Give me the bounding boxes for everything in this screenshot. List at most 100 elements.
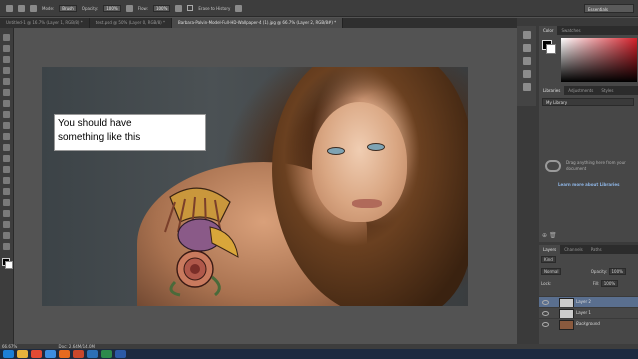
- brush-panel-icon[interactable]: [522, 70, 531, 78]
- clone-stamp-tool-icon[interactable]: [3, 122, 10, 129]
- eraser-tool-icon[interactable]: [3, 144, 10, 151]
- tab-layers[interactable]: Layers: [539, 245, 561, 254]
- properties-panel-icon[interactable]: [522, 57, 531, 65]
- move-tool-icon[interactable]: [3, 34, 10, 41]
- mode-select[interactable]: Brush: [59, 4, 77, 12]
- tab-color[interactable]: Color: [539, 26, 558, 35]
- color-picker-field[interactable]: [561, 38, 637, 82]
- shape-tool-icon[interactable]: [3, 221, 10, 228]
- mode-label: Mode:: [42, 5, 55, 11]
- tab-channels[interactable]: Channels: [560, 245, 587, 254]
- visibility-eye-icon[interactable]: [542, 300, 549, 305]
- history-panel-icon[interactable]: [522, 31, 531, 39]
- opacity-label: Opacity:: [81, 5, 99, 11]
- chrome-icon[interactable]: [31, 350, 42, 358]
- workspace-select[interactable]: Essentials: [584, 4, 634, 13]
- marquee-tool-icon[interactable]: [3, 45, 10, 52]
- tab-libraries[interactable]: Libraries: [539, 86, 565, 95]
- type-tool-icon[interactable]: [3, 199, 10, 206]
- foreground-background-colors[interactable]: [1, 258, 13, 269]
- path-select-tool-icon[interactable]: [3, 210, 10, 217]
- lips-shape: [352, 199, 382, 208]
- layers-panel: Layers Channels Paths Kind Normal Opacit…: [539, 245, 638, 344]
- tab-untitled-1[interactable]: Untitled-1 @ 16.7% (Layer 1, RGB/8) *: [0, 18, 90, 28]
- tab-wallpaper[interactable]: Barbara-Palvin-Model-Full-HD-Wallpaper-4…: [172, 18, 344, 28]
- eyedropper-tool-icon[interactable]: [3, 89, 10, 96]
- zoom-tool-icon[interactable]: [3, 243, 10, 250]
- excel-icon[interactable]: [101, 350, 112, 358]
- flow-field[interactable]: 100%: [152, 4, 171, 12]
- hand-tool-icon[interactable]: [3, 232, 10, 239]
- healing-tool-icon[interactable]: [3, 100, 10, 107]
- explorer-icon[interactable]: [17, 350, 28, 358]
- layer-thumbnail: [559, 320, 574, 330]
- blur-tool-icon[interactable]: [3, 166, 10, 173]
- quick-select-tool-icon[interactable]: [3, 67, 10, 74]
- library-footer-icons: ⊕ 🗑: [542, 232, 557, 239]
- document-tabs: Untitled-1 @ 16.7% (Layer 1, RGB/8) * te…: [0, 18, 530, 28]
- document-image[interactable]: You should have something like this: [42, 67, 468, 306]
- creative-cloud-icon: [545, 160, 561, 172]
- media-icon[interactable]: [59, 350, 70, 358]
- opacity-field[interactable]: 100%: [103, 4, 121, 12]
- library-select[interactable]: My Library: [542, 98, 634, 106]
- erase-history-label: Erase to History: [198, 5, 231, 11]
- tab-adjustments[interactable]: Adjustments: [564, 86, 597, 95]
- libraries-panel: Libraries Adjustments Styles My Library …: [539, 86, 638, 242]
- crop-tool-icon[interactable]: [3, 78, 10, 85]
- color-panel: Color Swatches: [539, 26, 638, 86]
- blend-mode-select[interactable]: Normal: [541, 268, 562, 275]
- home-icon[interactable]: [6, 4, 13, 12]
- airbrush-icon[interactable]: [175, 4, 183, 12]
- character-panel-icon[interactable]: [522, 83, 531, 91]
- library-trash-icon[interactable]: 🗑: [549, 232, 557, 239]
- tab-paths[interactable]: Paths: [587, 245, 606, 254]
- caption-box: You should have something like this: [54, 114, 206, 151]
- tab-styles[interactable]: Styles: [597, 86, 617, 95]
- layer-kind-filter[interactable]: Kind: [541, 256, 556, 263]
- brush-preset-icon[interactable]: [18, 4, 25, 12]
- flow-label: Flow:: [137, 5, 148, 11]
- layer-filter-row: Kind: [541, 256, 556, 264]
- layer-row-layer-2[interactable]: Layer 2: [539, 296, 638, 308]
- pressure-size-icon[interactable]: [235, 4, 243, 12]
- tab-swatches[interactable]: Swatches: [557, 26, 584, 35]
- taskbar: [0, 349, 638, 359]
- history-brush-tool-icon[interactable]: [3, 133, 10, 140]
- word-icon[interactable]: [115, 350, 126, 358]
- canvas-area[interactable]: You should have something like this: [15, 28, 515, 344]
- visibility-eye-icon[interactable]: [542, 311, 549, 316]
- gradient-tool-icon[interactable]: [3, 155, 10, 162]
- tools-panel: [0, 28, 14, 344]
- fill-field[interactable]: 100%: [600, 280, 619, 287]
- layer-row-layer-1[interactable]: Layer 1: [539, 307, 638, 319]
- left-eye-shape: [327, 147, 345, 155]
- color-panel-background-swatch[interactable]: [546, 44, 556, 54]
- actions-panel-icon[interactable]: [522, 44, 531, 52]
- tattoo-artwork: [164, 187, 239, 297]
- fill-label: Fill:: [592, 281, 600, 286]
- add-content-icon[interactable]: ⊕: [542, 232, 547, 239]
- pen-tool-icon[interactable]: [3, 188, 10, 195]
- lasso-tool-icon[interactable]: [3, 56, 10, 63]
- lock-row: Lock: Fill: 100%: [541, 280, 619, 288]
- background-color-swatch[interactable]: [4, 261, 13, 269]
- browser-icon[interactable]: [45, 350, 56, 358]
- brush-settings-icon[interactable]: [30, 4, 37, 12]
- windows-start-icon[interactable]: [3, 350, 14, 358]
- layer-name: Background: [576, 321, 600, 326]
- learn-libraries-link[interactable]: Learn more about Libraries: [558, 182, 620, 187]
- tab-test-psd[interactable]: test.psd @ 50% (Layer 0, RGB/8) *: [90, 18, 173, 28]
- erase-history-checkbox[interactable]: [187, 5, 194, 11]
- powerpoint-icon[interactable]: [73, 350, 84, 358]
- dodge-tool-icon[interactable]: [3, 177, 10, 184]
- panel-icon-strip: [517, 26, 536, 106]
- layer-row-background[interactable]: Background: [539, 318, 638, 330]
- pressure-opacity-icon[interactable]: [125, 4, 133, 12]
- layer-opacity-field[interactable]: 100%: [608, 268, 626, 275]
- photoshop-icon[interactable]: [87, 350, 98, 358]
- brush-tool-icon[interactable]: [3, 111, 10, 118]
- caption-line-2: something like this: [58, 132, 141, 143]
- visibility-eye-icon[interactable]: [542, 322, 549, 327]
- lock-label: Lock:: [541, 281, 552, 286]
